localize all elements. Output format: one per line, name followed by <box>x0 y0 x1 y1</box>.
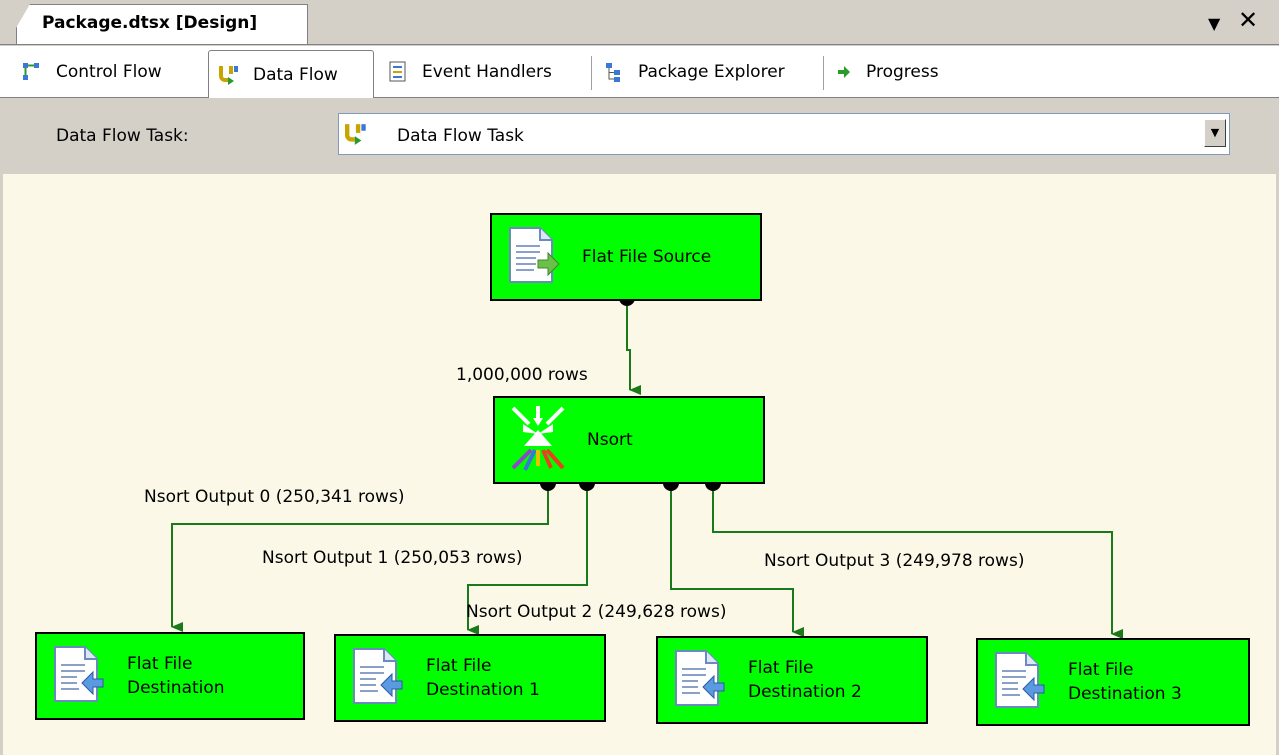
title-separator <box>0 44 1279 45</box>
flat-file-source-label: Flat File Source <box>582 247 712 267</box>
dest-label-line-1: Flat File <box>127 654 193 674</box>
path-label-output-0[interactable]: Nsort Output 0 (250,341 rows) <box>144 487 404 507</box>
dest-label-line-2: Destination <box>127 678 225 698</box>
flat-file-destination-2-label: Flat File Destination 2 <box>748 656 862 704</box>
tab-control-flow[interactable]: Control Flow <box>12 46 204 98</box>
flat-file-source-component[interactable]: Flat File Source <box>490 213 762 301</box>
tab-control-flow-label: Control Flow <box>56 62 162 82</box>
dest-label-line-2: Destination 1 <box>426 680 540 700</box>
dest-label-line-1: Flat File <box>1068 660 1134 680</box>
document-tab-label: Package.dtsx [Design] <box>42 13 258 33</box>
path-label-source[interactable]: 1,000,000 rows <box>456 365 588 385</box>
tab-package-explorer-label: Package Explorer <box>638 62 785 82</box>
tab-progress-label: Progress <box>866 62 939 82</box>
event-handlers-icon <box>388 61 408 83</box>
flat-file-destination-1-label: Flat File Destination 1 <box>426 654 540 702</box>
canvas-border <box>0 174 3 755</box>
flat-file-source-icon <box>506 226 560 289</box>
data-flow-icon <box>345 122 369 151</box>
tab-package-explorer[interactable]: Package Explorer <box>594 46 822 98</box>
designer-tab-bar: Control Flow Data Flow Event Handlers Pa… <box>0 46 1279 99</box>
tab-data-flow-label: Data Flow <box>253 64 338 85</box>
task-label: Data Flow Task: <box>56 126 189 146</box>
path-label-output-3[interactable]: Nsort Output 3 (249,978 rows) <box>764 551 1024 571</box>
dest-label-line-2: Destination 2 <box>748 682 862 702</box>
close-icon[interactable]: ✕ <box>1238 8 1258 32</box>
dest-label-line-2: Destination 3 <box>1068 684 1182 704</box>
dest-label-line-1: Flat File <box>426 656 492 676</box>
flat-file-destination-3-component[interactable]: Flat File Destination 3 <box>976 638 1250 726</box>
dropdown-pin-icon[interactable]: ▼ <box>1208 14 1220 33</box>
control-flow-icon <box>22 61 42 83</box>
flat-file-destination-component[interactable]: Flat File Destination <box>35 632 305 720</box>
flat-file-destination-2-component[interactable]: Flat File Destination 2 <box>656 636 928 724</box>
task-select[interactable]: Data Flow Task ▼ <box>338 113 1230 155</box>
path-label-output-1[interactable]: Nsort Output 1 (250,053 rows) <box>262 548 522 568</box>
task-select-value: Data Flow Task <box>397 126 524 146</box>
nsort-component[interactable]: Nsort <box>493 396 765 484</box>
flat-file-destination-icon <box>51 645 105 708</box>
chevron-down-icon[interactable]: ▼ <box>1204 119 1226 147</box>
nsort-label: Nsort <box>587 430 633 450</box>
flat-file-destination-1-component[interactable]: Flat File Destination 1 <box>334 634 606 722</box>
tab-event-handlers[interactable]: Event Handlers <box>378 46 590 98</box>
flat-file-destination-icon <box>350 647 404 710</box>
package-explorer-icon <box>604 61 624 83</box>
tab-separator <box>591 56 592 90</box>
tab-separator <box>823 56 824 90</box>
path-label-output-2[interactable]: Nsort Output 2 (249,628 rows) <box>466 602 726 622</box>
tab-data-flow[interactable]: Data Flow <box>208 50 374 99</box>
flat-file-destination-3-label: Flat File Destination 3 <box>1068 658 1182 706</box>
dest-label-line-1: Flat File <box>748 658 814 678</box>
tab-event-handlers-label: Event Handlers <box>422 62 552 82</box>
flat-file-destination-icon <box>672 649 726 712</box>
data-flow-icon <box>219 64 239 86</box>
tab-progress[interactable]: Progress <box>826 46 976 98</box>
nsort-icon <box>507 402 569 479</box>
progress-arrow-icon <box>836 61 852 83</box>
flat-file-destination-label: Flat File Destination <box>127 652 225 700</box>
flat-file-destination-icon <box>992 651 1046 714</box>
